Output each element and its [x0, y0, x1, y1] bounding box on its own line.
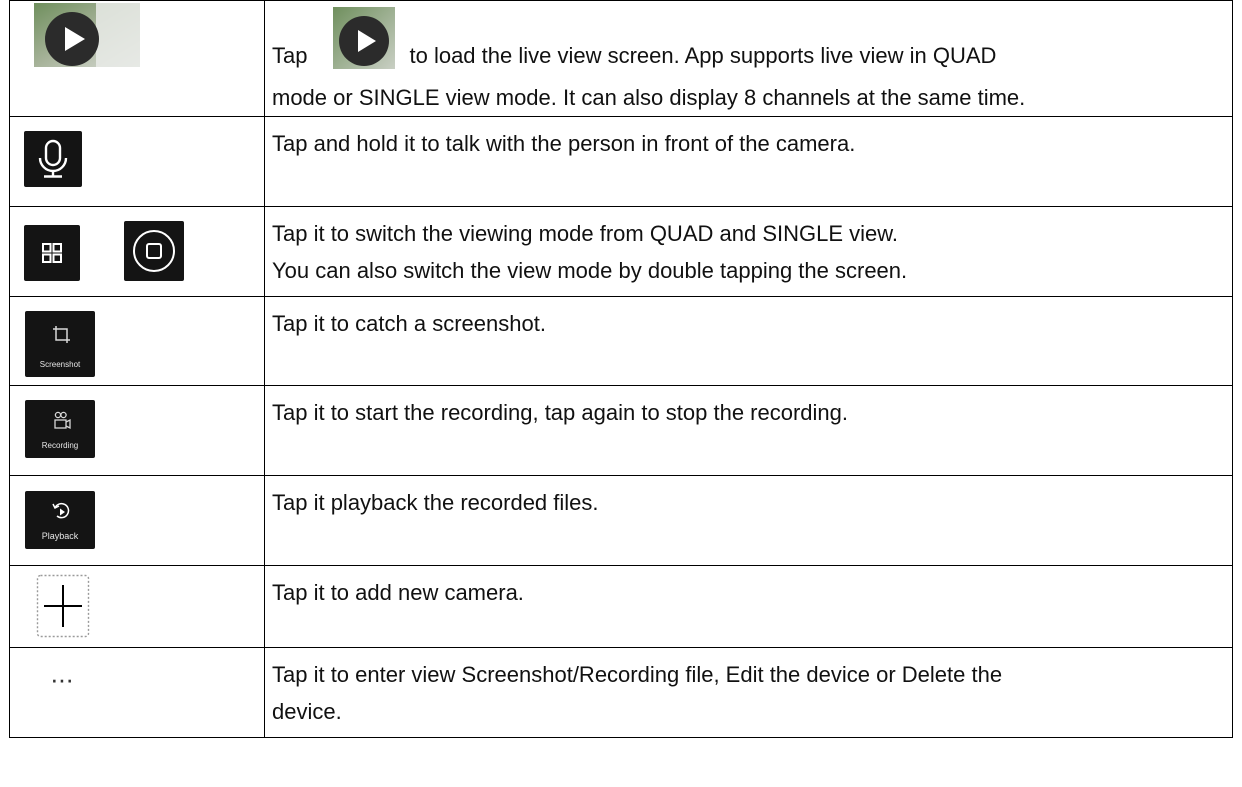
icon-cell: Playback [9, 475, 265, 566]
icon-cell [9, 206, 265, 297]
live-play-icon [333, 7, 396, 69]
screenshot-icon: Screenshot [25, 311, 95, 377]
table-row: Screenshot Tap it to catch a screenshot. [9, 296, 1233, 386]
recording-icon: Recording [25, 400, 95, 458]
single-view-icon [133, 230, 175, 272]
icon-cell [9, 0, 265, 117]
description-text: Tap it to enter view Screenshot/Recordin… [272, 662, 1003, 687]
icon-cell [9, 565, 265, 648]
description-cell: Tap to load the live view screen. App su… [264, 0, 1233, 117]
table-row: ··· Tap it to enter view Screenshot/Reco… [9, 647, 1233, 738]
recording-label: Recording [41, 441, 79, 450]
screenshot-label: Screenshot [39, 360, 81, 369]
icon-cell: Recording [9, 385, 265, 476]
add-camera-icon [36, 574, 90, 638]
playback-label: Playback [41, 531, 79, 541]
description-cell: Tap it to enter view Screenshot/Recordin… [264, 647, 1233, 738]
table-row: Tap to load the live view screen. App su… [9, 0, 1233, 117]
description-cell: Tap and hold it to talk with the person … [264, 116, 1233, 207]
icon-cell: Screenshot [9, 296, 265, 386]
description-text: Tap it to add new camera. [272, 580, 524, 605]
description-text: to load the live view screen. App suppor… [409, 43, 997, 68]
replay-icon [52, 502, 70, 519]
playback-icon: Playback [25, 491, 95, 549]
description-text: Tap [272, 43, 308, 68]
table-row: Tap it to switch the viewing mode from Q… [9, 206, 1233, 297]
description-text: Tap it to switch the viewing mode from Q… [272, 221, 899, 246]
description-cell: Tap it to catch a screenshot. [264, 296, 1233, 386]
description-text: Tap it playback the recorded files. [272, 490, 599, 515]
description-text: Tap it to start the recording, tap again… [272, 400, 849, 425]
description-cell: Tap it to start the recording, tap again… [264, 385, 1233, 476]
table-row: Recording Tap it to start the recording,… [9, 385, 1233, 476]
crop-icon [53, 326, 70, 343]
table-row: Tap it to add new camera. [9, 565, 1233, 648]
more-icon: ··· [50, 664, 74, 694]
quad-view-icon [42, 243, 62, 263]
description-text: Tap and hold it to talk with the person … [272, 131, 856, 156]
description-cell: Tap it to switch the viewing mode from Q… [264, 206, 1233, 297]
description-text: device. [272, 699, 342, 724]
description-text: Tap it to catch a screenshot. [272, 311, 546, 336]
table-row: Playback Tap it playback the recorded fi… [9, 475, 1233, 566]
description-text: You can also switch the view mode by dou… [272, 258, 908, 283]
video-camera-icon [54, 411, 71, 430]
icon-cell: ··· [9, 647, 265, 738]
microphone-icon [38, 139, 68, 178]
description-text: mode or SINGLE view mode. It can also di… [272, 85, 1026, 110]
table-row: Tap and hold it to talk with the person … [9, 116, 1233, 207]
icon-cell [9, 116, 265, 207]
description-cell: Tap it to add new camera. [264, 565, 1233, 648]
description-cell: Tap it playback the recorded files. [264, 475, 1233, 566]
live-play-icon [34, 3, 140, 67]
icon-guide-table: Tap to load the live view screen. App su… [9, 0, 1233, 738]
